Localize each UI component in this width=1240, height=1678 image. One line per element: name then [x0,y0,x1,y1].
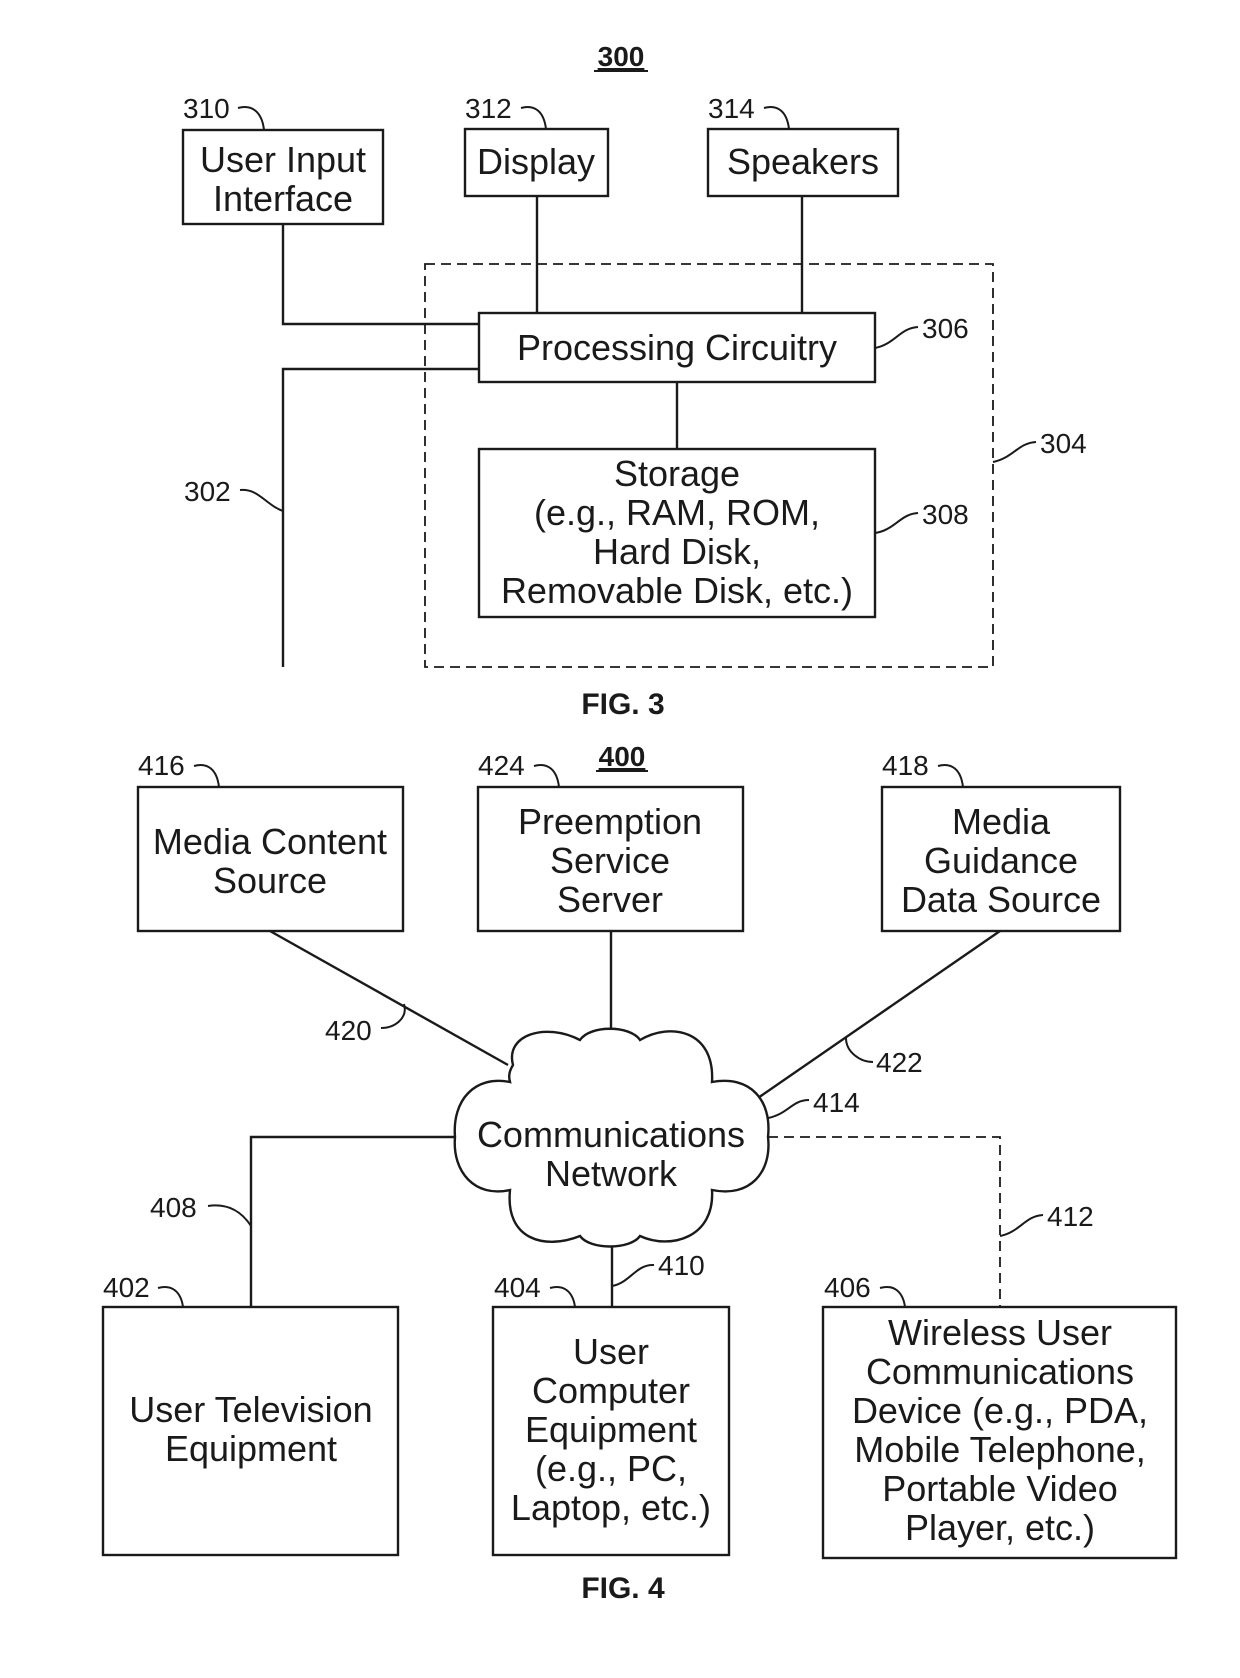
storage-block: Storage (e.g., RAM, ROM, Hard Disk, Remo… [477,447,969,619]
ref-310-leader [237,106,265,131]
ref-302-leader [239,488,284,512]
ref-414-leader [767,1099,810,1119]
storage-label-line-4: Removable Disk, etc.) [501,570,853,611]
figure-4: 400 Media Content Source 416 Preemption … [101,741,1178,1605]
user-computer-label-line-4: (e.g., PC, [535,1448,687,1489]
ref-312-leader [520,106,547,130]
processing-circuitry-label: Processing Circuitry [517,327,837,368]
figure-4-number: 400 [599,741,646,772]
wireless-device-label-line-5: Portable Video [882,1468,1118,1509]
ref-416-leader [193,764,220,788]
user-television-equipment-block: User Television Equipment 402 [101,1272,400,1557]
figure-4-caption: FIG. 4 [581,1572,665,1605]
ref-308: 308 [922,499,969,530]
speakers-label: Speakers [727,141,879,182]
ref-406: 406 [824,1272,871,1303]
ref-422-leader [845,1037,874,1063]
ref-304-leader [992,441,1037,463]
patent-figures: 300 User Input Interface 310 Display 312 [101,41,1178,1605]
media-guidance-label-line-3: Data Source [901,879,1101,920]
ref-306: 306 [922,313,969,344]
user-computer-equipment-block: User Computer Equipment (e.g., PC, Lapto… [491,1272,731,1557]
wireless-user-device-block: Wireless User Communications Device (e.g… [821,1272,1178,1560]
ref-412: 412 [1047,1201,1094,1232]
ref-424: 424 [478,750,525,781]
media-content-source-label-line-2: Source [213,860,327,901]
storage-label-line-2: (e.g., RAM, ROM, [534,492,820,533]
ref-306-leader [874,326,919,349]
storage-label-line-3: Hard Disk, [593,531,761,572]
ref-406-leader [879,1286,906,1308]
io-path-line [281,367,479,667]
figure-3-number: 300 [598,41,645,72]
media-guidance-label-line-1: Media [952,801,1051,842]
ref-310: 310 [183,93,230,124]
preemption-server-label-line-1: Preemption [518,801,702,842]
ref-404: 404 [494,1272,541,1303]
ref-420: 420 [325,1015,372,1046]
ref-408: 408 [150,1192,197,1223]
ref-404-leader [549,1286,576,1308]
ref-314: 314 [708,93,755,124]
user-computer-label-line-2: Computer [532,1370,690,1411]
ref-418: 418 [882,750,929,781]
storage-label-line-1: Storage [614,453,740,494]
ref-420-leader [380,1003,406,1029]
ref-314-leader [763,106,790,130]
display-label: Display [477,141,595,182]
preemption-server-label-line-3: Server [557,879,663,920]
communications-network-label-line-2: Network [545,1153,678,1194]
ref-416: 416 [138,750,185,781]
wireless-device-label-line-2: Communications [866,1351,1134,1392]
ref-424-leader [533,764,560,788]
media-content-source-block: Media Content Source 416 [136,750,405,933]
ref-304: 304 [1040,428,1087,459]
ref-308-leader [874,512,919,534]
ref-414: 414 [813,1087,860,1118]
wireless-device-label-line-1: Wireless User [888,1312,1112,1353]
user-computer-label-line-3: Equipment [525,1409,697,1450]
display-block: Display 312 [463,93,610,198]
figure-3: 300 User Input Interface 310 Display 312 [181,41,1087,721]
ref-410: 410 [658,1250,705,1281]
user-input-interface-label-line-2: Interface [213,178,353,219]
media-guidance-data-source-block: Media Guidance Data Source 418 [880,750,1122,933]
wireless-link-line [768,1136,1001,1307]
user-input-to-processing-line [281,224,479,326]
preemption-service-server-block: Preemption Service Server 424 [476,750,745,933]
user-television-label-line-1: User Television [129,1389,372,1430]
ref-412-leader [999,1214,1044,1237]
user-television-label-line-2: Equipment [165,1428,337,1469]
user-computer-label-line-5: Laptop, etc.) [511,1487,711,1528]
ref-408-leader [207,1204,252,1227]
user-input-interface-label-line-1: User Input [200,139,366,180]
wireless-device-label-line-6: Player, etc.) [905,1507,1095,1548]
preemption-server-label-line-2: Service [550,840,670,881]
ref-418-leader [937,764,964,788]
communications-network-block: Communications Network 414 [453,1027,860,1248]
speakers-block: Speakers 314 [706,93,900,198]
ref-422: 422 [876,1047,923,1078]
media-content-source-label-line-1: Media Content [153,821,387,862]
user-input-interface-block: User Input Interface 310 [181,93,385,226]
wireless-device-label-line-3: Device (e.g., PDA, [852,1390,1148,1431]
ref-312: 312 [465,93,512,124]
communications-network-label-line-1: Communications [477,1114,745,1155]
ref-402: 402 [103,1272,150,1303]
ref-302: 302 [184,476,231,507]
ref-410-leader [611,1263,655,1287]
processing-circuitry-block: Processing Circuitry 306 [477,311,969,384]
ref-402-leader [157,1286,184,1308]
wireless-device-label-line-4: Mobile Telephone, [854,1429,1146,1470]
television-link-line [249,1135,455,1307]
user-computer-label-line-1: User [573,1331,649,1372]
media-content-link-line [269,929,509,1067]
figure-3-caption: FIG. 3 [581,688,664,721]
media-guidance-label-line-2: Guidance [924,840,1078,881]
